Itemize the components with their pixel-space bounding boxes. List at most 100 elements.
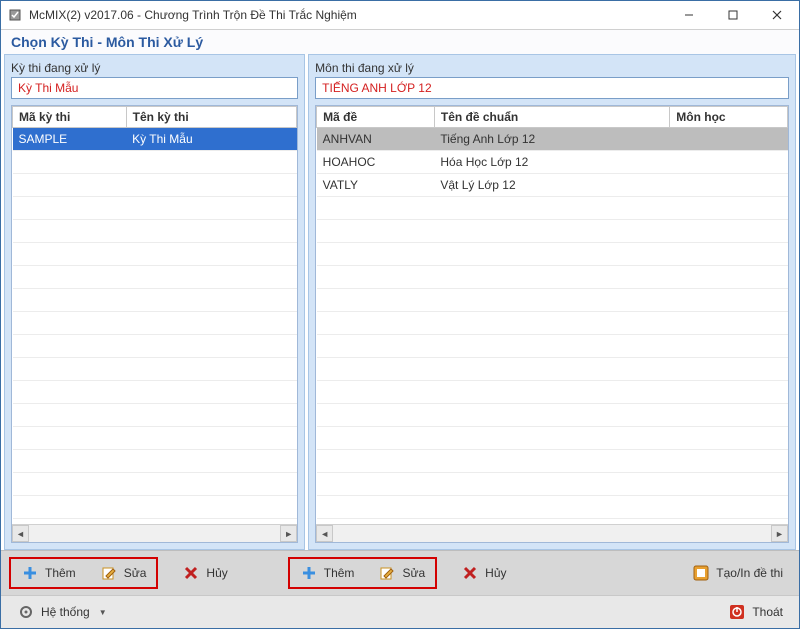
titlebar: McMIX(2) v2017.06 - Chương Trình Trộn Đề… — [1, 1, 799, 30]
exam-grid-body[interactable]: Mã kỳ thi Tên kỳ thi SAMPLEKỳ Thi Mẫu — [12, 106, 297, 524]
table-row[interactable]: ANHVANTiếng Anh Lớp 12 — [317, 128, 788, 151]
table-row-empty — [13, 197, 297, 220]
table-row-empty — [13, 243, 297, 266]
toolbar: Thêm Sửa Hủy Thêm Sửa Hủy — [1, 550, 799, 595]
maximize-button[interactable] — [711, 1, 755, 29]
table-cell: Kỳ Thi Mẫu — [126, 128, 297, 151]
window-title: McMIX(2) v2017.06 - Chương Trình Trộn Đề… — [29, 8, 667, 22]
x-red-icon — [461, 564, 479, 582]
table-row-empty — [13, 174, 297, 197]
create-print-button[interactable]: Tạo/In đề thi — [684, 561, 791, 585]
table-row-empty — [317, 289, 788, 312]
chevron-down-icon: ▼ — [99, 608, 107, 617]
table-cell: HOAHOC — [317, 151, 435, 174]
exam-col-code[interactable]: Mã kỳ thi — [13, 107, 127, 128]
table-cell: Vật Lý Lớp 12 — [434, 174, 669, 197]
exam-panel: Kỳ thi đang xử lý Kỳ Thi Mẫu Mã kỳ thi T… — [4, 54, 305, 550]
x-red-icon — [182, 564, 200, 582]
table-row-empty — [317, 404, 788, 427]
table-row-empty — [13, 427, 297, 450]
subject-panel: Môn thi đang xử lý TIẾNG ANH LỚP 12 Mã đ… — [308, 54, 796, 550]
subject-edit-button[interactable]: Sửa — [370, 561, 433, 585]
exit-button[interactable]: Thoát — [720, 600, 791, 624]
table-row-empty — [317, 335, 788, 358]
subject-col-name[interactable]: Tên đề chuẩn — [434, 107, 669, 128]
table-row[interactable]: SAMPLEKỳ Thi Mẫu — [13, 128, 297, 151]
create-print-label: Tạo/In đề thi — [716, 566, 783, 580]
subject-add-button[interactable]: Thêm — [292, 561, 363, 585]
scroll-left-icon[interactable]: ◄ — [316, 525, 333, 542]
plus-icon — [21, 564, 39, 582]
subject-grid-body[interactable]: Mã đề Tên đề chuẩn Môn học ANHVANTiếng A… — [316, 106, 788, 524]
exam-add-button[interactable]: Thêm — [13, 561, 84, 585]
table-cell — [670, 151, 788, 174]
minimize-button[interactable] — [667, 1, 711, 29]
exam-hscrollbar[interactable]: ◄ ► — [12, 524, 297, 542]
table-row-empty — [317, 243, 788, 266]
exam-grid: Mã kỳ thi Tên kỳ thi SAMPLEKỳ Thi Mẫu ◄ … — [11, 105, 298, 543]
subject-input[interactable]: TIẾNG ANH LỚP 12 — [315, 77, 789, 99]
subject-panel-label: Môn thi đang xử lý — [315, 61, 789, 75]
table-row-empty — [317, 220, 788, 243]
table-row-empty — [13, 473, 297, 496]
table-row-empty — [13, 335, 297, 358]
table-row-empty — [317, 427, 788, 450]
subject-cancel-button[interactable]: Hủy — [453, 561, 514, 585]
power-icon — [728, 603, 746, 621]
app-icon — [7, 7, 23, 23]
pencil-icon — [100, 564, 118, 582]
table-row-empty — [317, 450, 788, 473]
table-row-empty — [13, 312, 297, 335]
main-content: Kỳ thi đang xử lý Kỳ Thi Mẫu Mã kỳ thi T… — [1, 54, 799, 550]
subject-button-group: Thêm Sửa — [288, 557, 437, 589]
pencil-icon — [378, 564, 396, 582]
table-row-empty — [13, 220, 297, 243]
system-menu-label: Hệ thống — [41, 605, 90, 619]
close-button[interactable] — [755, 1, 799, 29]
scroll-right-icon[interactable]: ► — [771, 525, 788, 542]
table-cell: SAMPLE — [13, 128, 127, 151]
subject-grid: Mã đề Tên đề chuẩn Môn học ANHVANTiếng A… — [315, 105, 789, 543]
exam-button-group: Thêm Sửa — [9, 557, 158, 589]
exam-input[interactable]: Kỳ Thi Mẫu — [11, 77, 298, 99]
table-cell: VATLY — [317, 174, 435, 197]
table-row-empty — [13, 289, 297, 312]
table-row[interactable]: VATLYVật Lý Lớp 12 — [317, 174, 788, 197]
exam-panel-label: Kỳ thi đang xử lý — [11, 61, 298, 75]
exam-edit-button[interactable]: Sửa — [92, 561, 155, 585]
table-row-empty — [13, 358, 297, 381]
scroll-right-icon[interactable]: ► — [280, 525, 297, 542]
table-row-empty — [317, 197, 788, 220]
statusbar: Hệ thống ▼ Thoát — [1, 595, 799, 628]
window-controls — [667, 1, 799, 29]
exit-label: Thoát — [752, 605, 783, 619]
subject-add-label: Thêm — [324, 566, 355, 580]
table-row-empty — [317, 266, 788, 289]
table-row-empty — [317, 496, 788, 519]
subject-col-subject[interactable]: Môn học — [670, 107, 788, 128]
gear-icon — [17, 603, 35, 621]
printer-icon — [692, 564, 710, 582]
table-cell — [670, 174, 788, 197]
table-row[interactable]: HOAHOCHóa Học Lớp 12 — [317, 151, 788, 174]
exam-cancel-button[interactable]: Hủy — [174, 561, 235, 585]
page-title: Chọn Kỳ Thi - Môn Thi Xử Lý — [1, 30, 799, 54]
exam-cancel-label: Hủy — [206, 566, 227, 580]
table-row-empty — [13, 450, 297, 473]
table-row-empty — [13, 496, 297, 519]
exam-add-label: Thêm — [45, 566, 76, 580]
table-row-empty — [317, 312, 788, 335]
table-row-empty — [13, 404, 297, 427]
subject-edit-label: Sửa — [402, 566, 425, 580]
table-cell: Hóa Học Lớp 12 — [434, 151, 669, 174]
scroll-left-icon[interactable]: ◄ — [12, 525, 29, 542]
app-window: McMIX(2) v2017.06 - Chương Trình Trộn Đề… — [0, 0, 800, 629]
subject-col-code[interactable]: Mã đề — [317, 107, 435, 128]
exam-col-name[interactable]: Tên kỳ thi — [126, 107, 297, 128]
table-row-empty — [13, 266, 297, 289]
table-row-empty — [317, 381, 788, 404]
subject-hscrollbar[interactable]: ◄ ► — [316, 524, 788, 542]
table-cell — [670, 128, 788, 151]
system-menu-button[interactable]: Hệ thống ▼ — [9, 600, 115, 624]
table-row-empty — [13, 151, 297, 174]
